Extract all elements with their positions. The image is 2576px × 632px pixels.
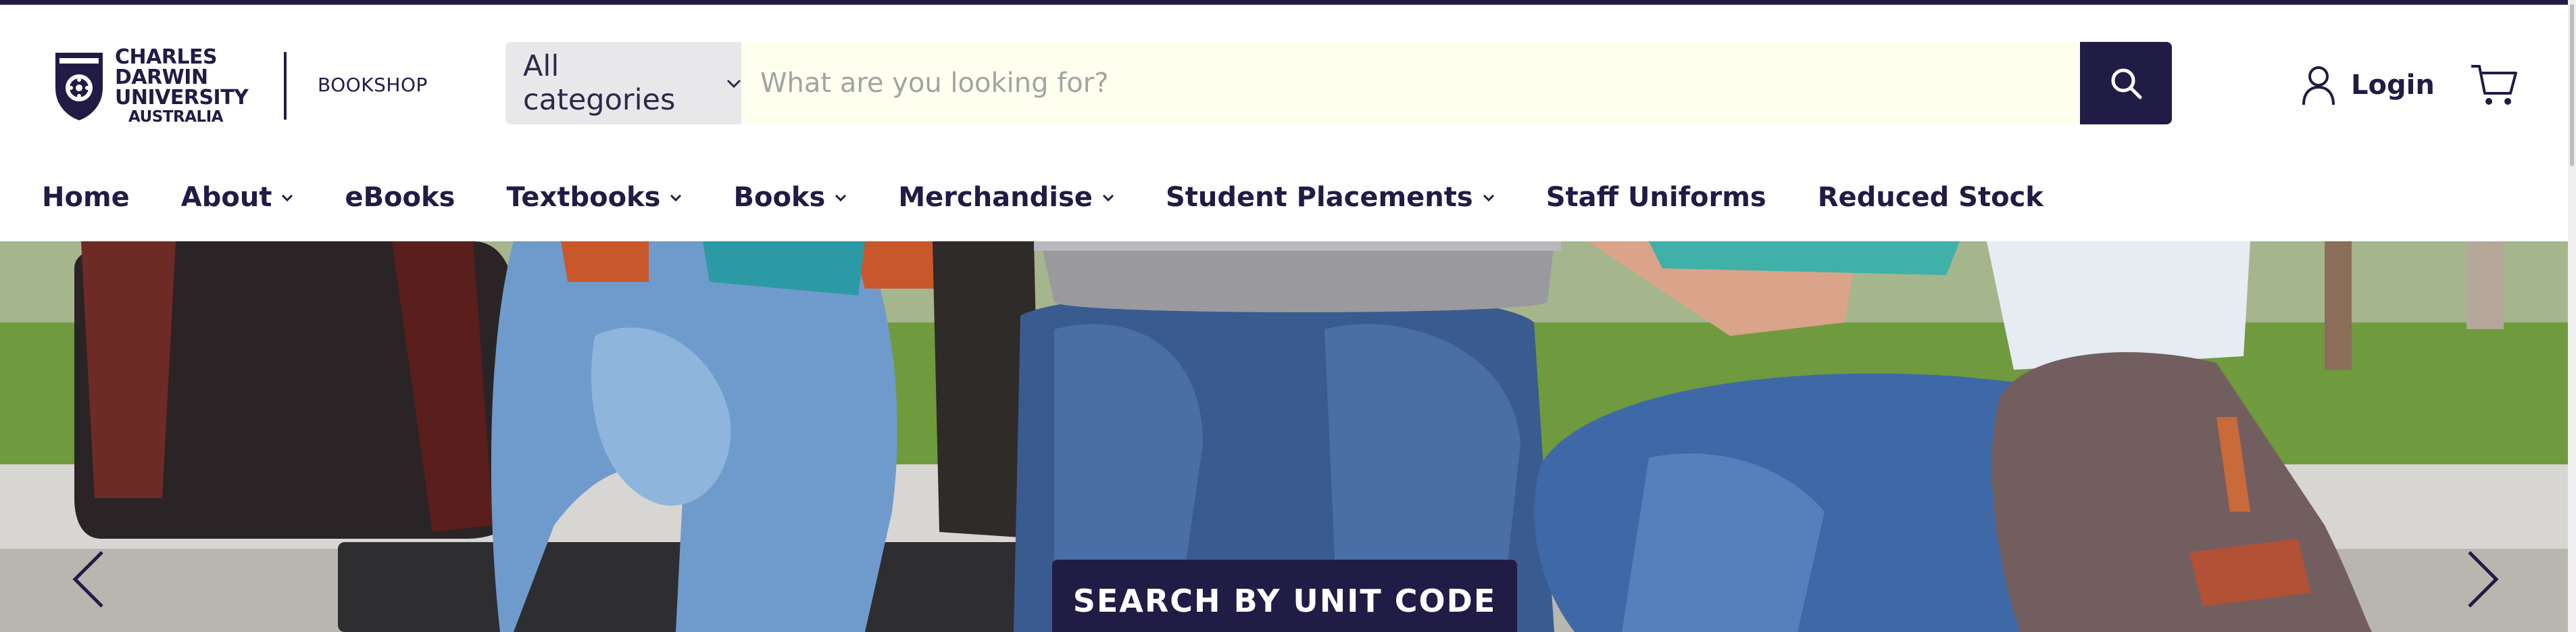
nav-item-merchandise[interactable]: Merchandise <box>898 182 1114 213</box>
carousel-next-button[interactable] <box>2460 545 2507 613</box>
chevron-down-icon <box>670 189 682 206</box>
logo-divider <box>284 52 287 120</box>
nav-item-label: Merchandise <box>898 182 1093 213</box>
nav-item-label: eBooks <box>345 182 455 213</box>
user-icon <box>2302 66 2335 105</box>
chevron-down-icon <box>1102 189 1114 206</box>
chevron-down-icon <box>281 189 293 206</box>
nav-item-textbooks[interactable]: Textbooks <box>506 182 682 213</box>
search-button[interactable] <box>2080 42 2172 124</box>
nav-item-label: Staff Uniforms <box>1545 182 1766 213</box>
nav-item-about[interactable]: About <box>181 182 294 213</box>
logo-line-2: DARWIN <box>115 65 208 89</box>
nav-item-ebooks[interactable]: eBooks <box>345 182 455 213</box>
nav-item-label: About <box>180 182 272 213</box>
logo-line-4: AUSTRALIA <box>128 107 224 126</box>
nav-item-label: Books <box>733 182 826 213</box>
cart-icon <box>2471 65 2517 105</box>
nav-item-staff-uniforms[interactable]: Staff Uniforms <box>1546 182 1766 213</box>
site-header: CHARLES DARWIN UNIVERSITY AUSTRALIA BOOK… <box>0 5 2576 241</box>
chevron-down-icon <box>1483 189 1495 206</box>
carousel-prev-button[interactable] <box>64 545 112 613</box>
chevron-right-icon <box>2468 551 2499 608</box>
category-select-label: All categories <box>523 49 676 117</box>
nav-item-reduced-stock[interactable]: Reduced Stock <box>1818 182 2044 213</box>
search-bar: All categories <box>505 42 2172 124</box>
search-icon <box>2111 68 2142 99</box>
login-label: Login <box>2351 70 2435 101</box>
nav-item-label: Textbooks <box>506 182 661 213</box>
chevron-down-icon <box>835 189 847 206</box>
logo-line-1: CHARLES <box>115 45 218 69</box>
nav-item-label: Student Placements <box>1165 182 1473 213</box>
nav-item-label: Home <box>42 182 130 213</box>
login-link[interactable]: Login <box>2301 62 2435 108</box>
nav-item-books[interactable]: Books <box>733 182 847 213</box>
nav-item-home[interactable]: Home <box>42 182 130 213</box>
university-name: CHARLES DARWIN UNIVERSITY AUSTRALIA <box>115 45 249 126</box>
top-accent-border <box>0 0 2576 5</box>
site-logo[interactable]: CHARLES DARWIN UNIVERSITY AUSTRALIA BOOK… <box>53 45 431 126</box>
cart-button[interactable] <box>2470 62 2519 108</box>
logo-line-3: UNIVERSITY <box>115 85 249 110</box>
main-navigation: Home About eBooks Textbooks Books Mercha… <box>42 177 2095 218</box>
search-input[interactable] <box>741 42 2080 124</box>
chevron-left-icon <box>72 551 103 608</box>
bookshop-label: BOOKSHOP <box>318 74 428 96</box>
nav-item-label: Reduced Stock <box>1817 182 2044 213</box>
category-select[interactable]: All categories <box>505 42 741 124</box>
chevron-down-icon <box>726 73 741 93</box>
page-scrollbar-thumb[interactable] <box>2570 4 2574 166</box>
nav-item-student-placements[interactable]: Student Placements <box>1166 182 1495 213</box>
search-by-unit-code-button[interactable]: SEARCH BY UNIT CODE <box>1052 560 1517 632</box>
university-shield-icon <box>55 53 103 120</box>
